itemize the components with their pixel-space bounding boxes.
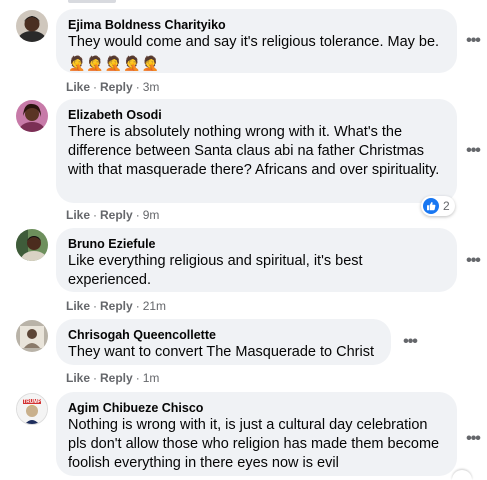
more-options-button[interactable]: ••• — [461, 250, 485, 274]
comment-author[interactable]: Ejima Boldness Charityiko — [68, 17, 445, 33]
reply-link[interactable]: Reply — [100, 299, 133, 313]
comment-text: Like everything religious and spiritual,… — [68, 253, 367, 288]
comment-text: They want to convert The Masquerade to C… — [68, 344, 374, 360]
comment-time[interactable]: 9m — [143, 208, 160, 222]
reply-link[interactable]: Reply — [100, 80, 133, 94]
comment-bubble: Bruno Eziefule Like everything religious… — [56, 228, 457, 292]
like-link[interactable]: Like — [66, 80, 90, 94]
comment-actions: Like · Reply · 9m — [66, 208, 160, 222]
more-options-button[interactable]: ••• — [461, 140, 485, 164]
comment-actions: Like · Reply · 3m — [66, 80, 160, 94]
avatar[interactable]: TRUMP — [16, 393, 48, 425]
avatar[interactable] — [16, 320, 48, 352]
comment-time[interactable]: 21m — [143, 299, 166, 313]
like-link[interactable]: Like — [66, 208, 90, 222]
comment-bubble: Chrisogah Queencollette They want to con… — [56, 319, 391, 365]
reaction-count: 2 — [443, 199, 450, 213]
comment-text: There is absolutely nothing wrong with i… — [68, 124, 440, 178]
more-options-button[interactable]: ••• — [398, 331, 422, 355]
comment-text: They would come and say it's religious t… — [68, 34, 440, 50]
comment-time[interactable]: 3m — [143, 80, 160, 94]
comment-author[interactable]: Bruno Eziefule — [68, 236, 445, 252]
like-reaction-icon — [423, 198, 439, 214]
comment-actions: Like · Reply · 1m — [66, 371, 160, 385]
previous-comment-edge — [0, 0, 487, 4]
facepalm-emojis: 🤦🤦🤦🤦🤦 — [68, 55, 161, 71]
comment-author[interactable]: Chrisogah Queencollette — [68, 327, 379, 343]
reply-link[interactable]: Reply — [100, 371, 133, 385]
reaction-summary-partial[interactable] — [452, 470, 472, 480]
avatar[interactable] — [16, 100, 48, 132]
comment-actions: Like · Reply · 21m — [66, 299, 167, 313]
like-link[interactable]: Like — [66, 299, 90, 313]
comment-text: Nothing is wrong with it, is just a cult… — [68, 417, 444, 471]
avatar[interactable] — [16, 10, 48, 42]
comment-author[interactable]: Elizabeth Osodi — [68, 107, 445, 123]
comment-bubble: Elizabeth Osodi There is absolutely noth… — [56, 99, 457, 203]
comment-time[interactable]: 1m — [143, 371, 160, 385]
reply-link[interactable]: Reply — [100, 208, 133, 222]
comment-bubble: Agim Chibueze Chisco Nothing is wrong wi… — [56, 392, 457, 476]
more-options-button[interactable]: ••• — [461, 428, 485, 452]
reaction-summary[interactable]: 2 — [421, 196, 455, 216]
comment-bubble: Ejima Boldness Charityiko They would com… — [56, 9, 457, 73]
avatar-lettering: TRUMP — [23, 399, 41, 405]
avatar[interactable] — [16, 229, 48, 261]
like-link[interactable]: Like — [66, 371, 90, 385]
more-options-button[interactable]: ••• — [461, 30, 485, 54]
comment-author[interactable]: Agim Chibueze Chisco — [68, 400, 445, 416]
